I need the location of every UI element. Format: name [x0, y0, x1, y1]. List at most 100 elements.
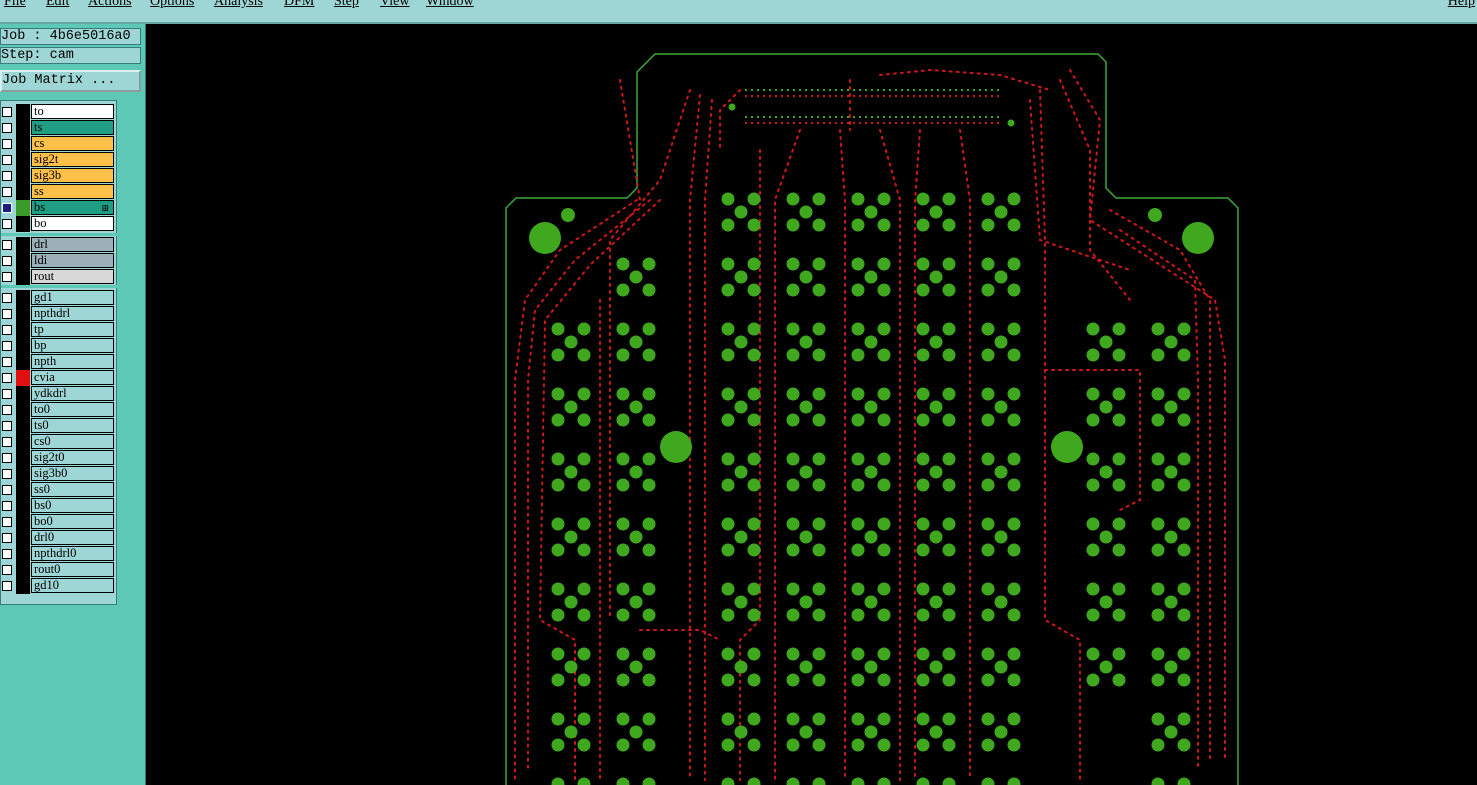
layer-row-cs0[interactable]: cs0 — [1, 434, 117, 450]
layer-color-swatch[interactable] — [16, 530, 30, 546]
layer-row-tp[interactable]: tp — [1, 322, 117, 338]
layer-name[interactable]: npthdrl — [31, 306, 114, 321]
layer-color-swatch[interactable] — [16, 514, 30, 530]
layer-name[interactable]: cs — [31, 136, 114, 151]
layer-name[interactable]: drl — [31, 237, 114, 252]
layer-checkbox[interactable] — [2, 533, 12, 543]
layer-row-sig3b0[interactable]: sig3b0 — [1, 466, 117, 482]
layer-name[interactable]: sig2t0 — [31, 450, 114, 465]
menu-edit[interactable]: Edit — [46, 0, 69, 10]
layer-name[interactable]: drl0 — [31, 530, 114, 545]
layer-row-npth[interactable]: npth — [1, 354, 117, 370]
layer-name[interactable]: to — [31, 104, 114, 119]
layer-color-swatch[interactable] — [16, 168, 30, 184]
layer-row-bo[interactable]: bo — [1, 216, 117, 232]
layer-name[interactable]: cs0 — [31, 434, 114, 449]
layer-checkbox[interactable] — [2, 469, 12, 479]
layer-name[interactable]: sig2t — [31, 152, 114, 167]
layer-row-rout0[interactable]: rout0 — [1, 562, 117, 578]
layer-row-to[interactable]: to — [1, 104, 117, 120]
layer-checkbox[interactable] — [2, 187, 12, 197]
layer-checkbox[interactable] — [2, 171, 12, 181]
layer-name[interactable]: bp — [31, 338, 114, 353]
layer-name[interactable]: rout — [31, 269, 114, 284]
layer-checkbox[interactable] — [2, 139, 12, 149]
layer-color-swatch[interactable] — [16, 120, 30, 136]
menu-step[interactable]: Step — [334, 0, 359, 10]
layer-name[interactable]: to0 — [31, 402, 114, 417]
menu-analysis[interactable]: Analysis — [214, 0, 263, 10]
layer-row-cvia[interactable]: cvia — [1, 370, 117, 386]
layer-name[interactable]: bo — [31, 216, 114, 231]
layer-row-cs[interactable]: cs — [1, 136, 117, 152]
layer-row-drl[interactable]: drl — [1, 237, 117, 253]
layer-row-ss[interactable]: ss — [1, 184, 117, 200]
layer-checkbox[interactable] — [2, 341, 12, 351]
layer-row-ydkdrl[interactable]: ydkdrl — [1, 386, 117, 402]
layer-row-bp[interactable]: bp — [1, 338, 117, 354]
layer-row-sig2t0[interactable]: sig2t0 — [1, 450, 117, 466]
layer-row-npthdrl[interactable]: npthdrl — [1, 306, 117, 322]
layer-checkbox[interactable] — [2, 272, 12, 282]
layer-name[interactable]: ss — [31, 184, 114, 199]
graphic-canvas[interactable] — [146, 24, 1477, 785]
layer-name[interactable]: sig3b0 — [31, 466, 114, 481]
layer-name[interactable]: gd1 — [31, 290, 114, 305]
layer-color-swatch[interactable] — [16, 338, 30, 354]
layer-row-ss0[interactable]: ss0 — [1, 482, 117, 498]
layer-row-bs0[interactable]: bs0 — [1, 498, 117, 514]
layer-checkbox[interactable] — [2, 501, 12, 511]
layer-color-swatch[interactable] — [16, 322, 30, 338]
layer-color-swatch[interactable] — [16, 370, 30, 386]
layer-color-swatch[interactable] — [16, 402, 30, 418]
layer-row-npthdrl0[interactable]: npthdrl0 — [1, 546, 117, 562]
layer-name[interactable]: tp — [31, 322, 114, 337]
layer-color-swatch[interactable] — [16, 434, 30, 450]
layer-checkbox[interactable] — [2, 373, 12, 383]
layer-color-swatch[interactable] — [16, 498, 30, 514]
job-matrix-button[interactable]: Job Matrix ... — [0, 70, 141, 92]
layer-color-swatch[interactable] — [16, 253, 30, 269]
menu-dfm[interactable]: DFM — [284, 0, 314, 10]
layer-row-to0[interactable]: to0 — [1, 402, 117, 418]
layer-row-gd1[interactable]: gd1 — [1, 290, 117, 306]
layer-row-sig3b[interactable]: sig3b — [1, 168, 117, 184]
layer-name[interactable]: bs ⊞ — [31, 200, 114, 215]
layer-color-swatch[interactable] — [16, 466, 30, 482]
layer-color-swatch[interactable] — [16, 290, 30, 306]
layer-checkbox[interactable] — [2, 565, 12, 575]
layer-checkbox[interactable] — [2, 155, 12, 165]
layer-name[interactable]: bs0 — [31, 498, 114, 513]
layer-color-swatch[interactable] — [16, 184, 30, 200]
layer-row-bo0[interactable]: bo0 — [1, 514, 117, 530]
layer-row-drl0[interactable]: drl0 — [1, 530, 117, 546]
layer-color-swatch[interactable] — [16, 450, 30, 466]
layer-color-swatch[interactable] — [16, 354, 30, 370]
layer-checkbox[interactable] — [2, 107, 12, 117]
layer-checkbox[interactable] — [2, 517, 12, 527]
layer-name[interactable]: npthdrl0 — [31, 546, 114, 561]
layer-checkbox[interactable] — [2, 309, 12, 319]
layer-name[interactable]: cvia — [31, 370, 114, 385]
layer-color-swatch[interactable] — [16, 104, 30, 120]
menu-actions[interactable]: Actions — [88, 0, 132, 10]
layer-checkbox[interactable] — [2, 485, 12, 495]
layer-color-swatch[interactable] — [16, 152, 30, 168]
layer-checkbox[interactable] — [2, 123, 12, 133]
layer-name[interactable]: sig3b — [31, 168, 114, 183]
layer-color-swatch[interactable] — [16, 562, 30, 578]
layer-row-sig2t[interactable]: sig2t — [1, 152, 117, 168]
menu-help[interactable]: Help — [1448, 0, 1475, 10]
layer-color-swatch[interactable] — [16, 418, 30, 434]
layer-color-swatch[interactable] — [16, 216, 30, 232]
layer-color-swatch[interactable] — [16, 578, 30, 594]
layer-checkbox[interactable] — [2, 325, 12, 335]
layer-row-gd10[interactable]: gd10 — [1, 578, 117, 594]
layer-checkbox[interactable] — [2, 405, 12, 415]
layer-checkbox[interactable] — [2, 240, 12, 250]
layer-checkbox[interactable] — [2, 437, 12, 447]
layer-name[interactable]: ts0 — [31, 418, 114, 433]
layer-name[interactable]: ss0 — [31, 482, 114, 497]
layer-color-swatch[interactable] — [16, 200, 30, 216]
layer-color-swatch[interactable] — [16, 546, 30, 562]
